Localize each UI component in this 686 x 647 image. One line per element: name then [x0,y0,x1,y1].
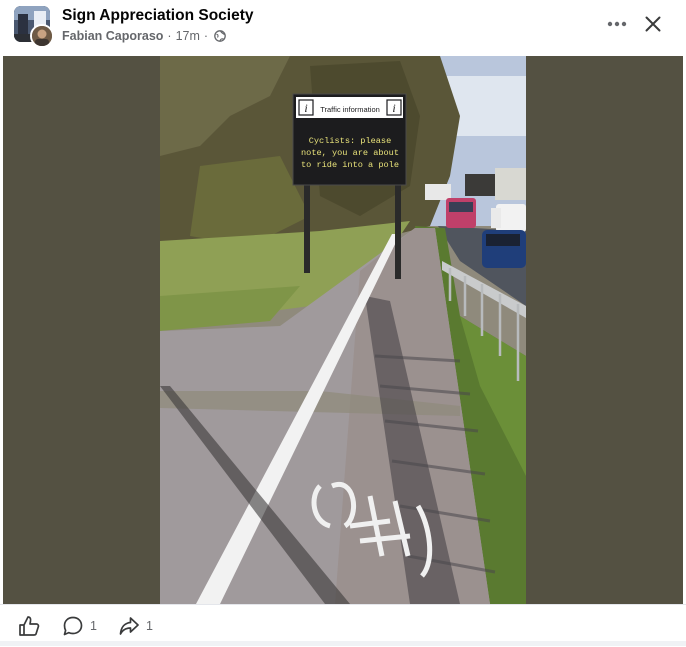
more-options-button[interactable] [602,10,632,38]
comment-button[interactable]: 1 [62,614,97,638]
share-count: 1 [146,619,153,633]
post-meta: Fabian Caporaso · 17m · [62,29,226,43]
post-divider [0,641,686,646]
avatar-stack[interactable] [14,6,54,48]
close-icon [645,16,661,32]
like-button[interactable] [18,614,40,638]
meta-separator: · [167,29,172,43]
svg-text:i: i [304,101,307,115]
group-name-link[interactable]: Sign Appreciation Society [62,7,254,25]
sign-message-line-1: Cyclists: please [309,136,392,146]
post-media[interactable]: i i Traffic information Cyclists: please… [3,56,683,604]
thumbs-up-icon [19,616,40,636]
comment-count: 1 [90,619,97,633]
close-button[interactable] [638,10,668,38]
globe-icon[interactable] [214,30,226,42]
post-photo[interactable]: i i Traffic information Cyclists: please… [160,56,526,604]
post-card: Sign Appreciation Society Fabian Caporas… [0,0,686,647]
share-icon [119,617,139,635]
sign-message-line-2: note, you are about [301,148,399,158]
sign-message-line-3: to ride into a pole [301,160,399,170]
author-avatar[interactable] [30,24,54,48]
meta-separator-2: · [203,29,209,43]
sign-header-text: Traffic information [320,105,380,114]
more-horizontal-icon [607,21,627,27]
post-time-link[interactable]: 17m [176,29,200,43]
share-button[interactable]: 1 [118,614,153,638]
svg-text:i: i [392,101,395,115]
author-name-link[interactable]: Fabian Caporaso [62,29,163,43]
post-header: Sign Appreciation Society Fabian Caporas… [0,0,686,54]
comment-icon [63,616,83,636]
